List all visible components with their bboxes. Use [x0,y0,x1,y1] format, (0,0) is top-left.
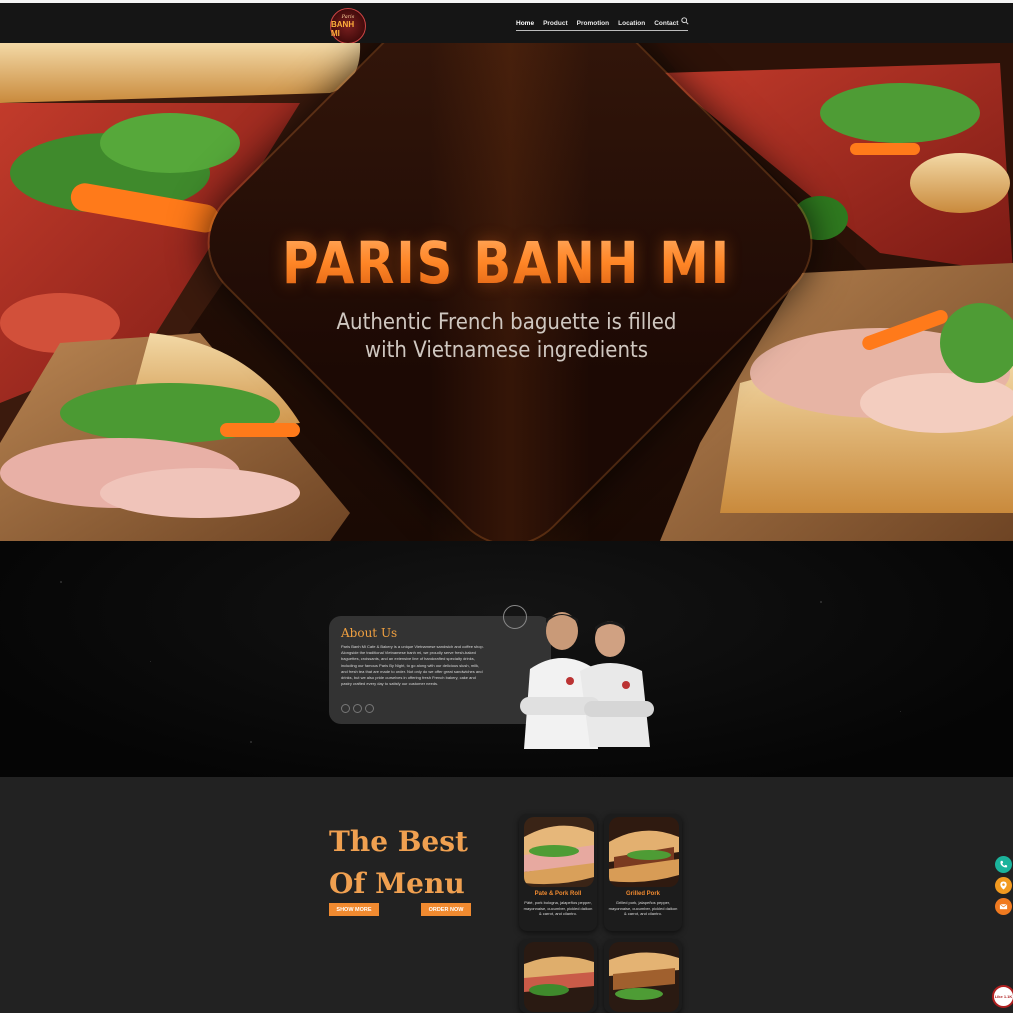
phone-icon [1000,860,1008,868]
top-navbar: Paris BANH MI Home Product Promotion Loc… [0,3,1013,44]
search-icon[interactable] [681,17,689,25]
like-label: Like 1.1K [994,994,1013,999]
mail-icon [999,903,1008,910]
sandwich-image [524,942,594,1012]
menu-card[interactable]: Grilled Pork Grilled pork, jalapeños pep… [604,814,682,931]
about-title: About Us [341,626,398,640]
carousel-dot[interactable] [365,704,374,713]
nav-product[interactable]: Product [543,20,568,27]
logo-text-bottom: BANH MI [331,20,355,38]
phone-button[interactable] [995,856,1012,873]
nav-promotion[interactable]: Promotion [577,20,610,27]
menu-title-line2: Of Menu [329,867,465,900]
brand-logo[interactable]: Paris BANH MI [330,8,366,44]
hero-subtitle-line2: with Vietnamese ingredients [364,338,649,363]
hero-subtitle-line1: Authentic French baguette is filled [336,310,677,335]
like-button[interactable]: Like 1.1K [992,985,1013,1008]
bg-speckle [150,661,151,662]
location-button[interactable] [995,877,1012,894]
menu-item-name: Grilled Pork [625,891,660,897]
menu-item-desc: Pâté, pork bologna, jalapeños pepper, ma… [523,900,593,916]
nav-location[interactable]: Location [618,20,645,27]
sandwich-image [609,942,679,1012]
carousel-dot[interactable] [341,704,350,713]
map-pin-icon [1000,881,1007,890]
show-more-button[interactable]: SHOW MORE [329,903,379,916]
carousel-dot[interactable] [353,704,362,713]
best-menu-section: The Best Of Menu SHOW MORE ORDER NOW Pat… [0,777,1013,1013]
menu-item-image [609,942,679,1012]
hero-banner: PARIS BANH MI Authentic French baguette … [0,43,1013,541]
hero-subtitle: Authentic French baguette is filled with… [51,309,963,365]
main-menu: Home Product Promotion Location Contact [516,15,678,31]
bg-speckle [900,711,901,712]
nav-contact[interactable]: Contact [654,20,678,27]
bg-speckle [60,581,62,583]
about-text: Paris Banh Mi Cafe & Bakery is a unique … [341,644,484,687]
hero-title: PARIS BANH MI [71,229,942,297]
nav-underline [516,30,688,31]
about-section: About Us Paris Banh Mi Cafe & Bakery is … [0,541,1013,777]
menu-card[interactable]: Pate & Pork Roll Pâté, pork bologna, jal… [519,814,597,931]
menu-title-line1: The Best [329,825,468,858]
nav-home[interactable]: Home [516,20,534,27]
order-now-button[interactable]: ORDER NOW [421,903,471,916]
about-carousel-dots [341,704,374,713]
menu-title: The Best Of Menu [329,821,468,905]
menu-card[interactable] [519,939,597,1013]
menu-item-image [524,817,594,887]
menu-item-image [609,817,679,887]
email-button[interactable] [995,898,1012,915]
chefs-image [520,612,654,749]
decor-circle [503,605,527,629]
menu-item-name: Pate & Pork Roll [534,891,582,897]
bg-speckle [820,601,822,603]
bg-speckle [250,741,252,743]
sandwich-image [524,817,594,887]
menu-item-image [524,942,594,1012]
sandwich-image [609,817,679,887]
menu-item-desc: Grilled pork, jalapeños pepper, mayonnai… [608,900,678,916]
menu-card[interactable] [604,939,682,1013]
